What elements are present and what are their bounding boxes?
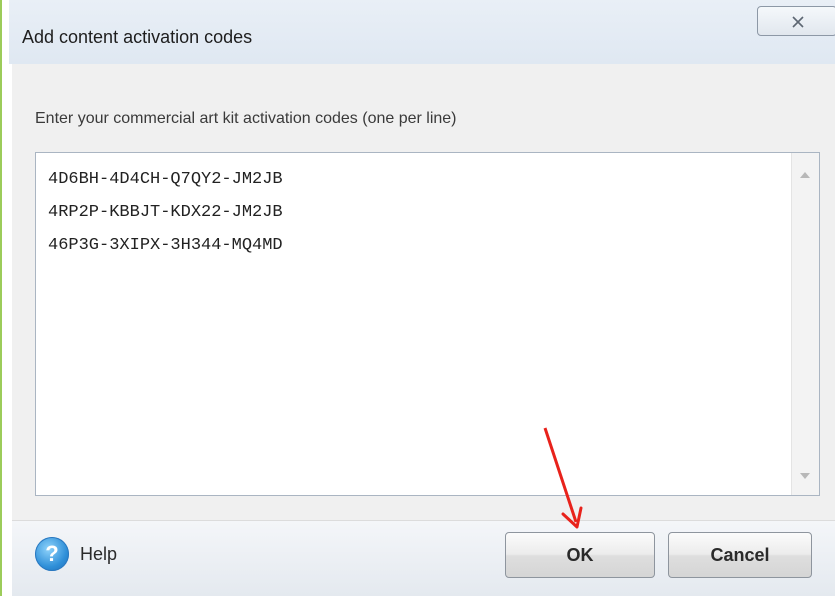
close-icon [792, 16, 804, 28]
question-mark-icon[interactable]: ? [35, 537, 69, 571]
vertical-scrollbar[interactable] [791, 153, 819, 495]
dialog-title: Add content activation codes [22, 27, 253, 47]
scroll-down-arrow-icon[interactable] [800, 473, 810, 479]
dialog-title-bar[interactable]: Add content activation codes [9, 0, 835, 64]
close-button[interactable] [757, 6, 835, 36]
activation-codes-textarea[interactable]: 4D6BH-4D4CH-Q7QY2-JM2JB 4RP2P-KBBJT-KDX2… [36, 153, 791, 495]
ok-button[interactable]: OK [505, 532, 655, 578]
scroll-up-arrow-icon[interactable] [800, 172, 810, 178]
cancel-button[interactable]: Cancel [668, 532, 812, 578]
codes-box: 4D6BH-4D4CH-Q7QY2-JM2JB 4RP2P-KBBJT-KDX2… [35, 152, 820, 496]
help-link[interactable]: Help [80, 544, 117, 565]
window-border-left [0, 0, 2, 596]
instruction-text: Enter your commercial art kit activation… [35, 110, 457, 127]
